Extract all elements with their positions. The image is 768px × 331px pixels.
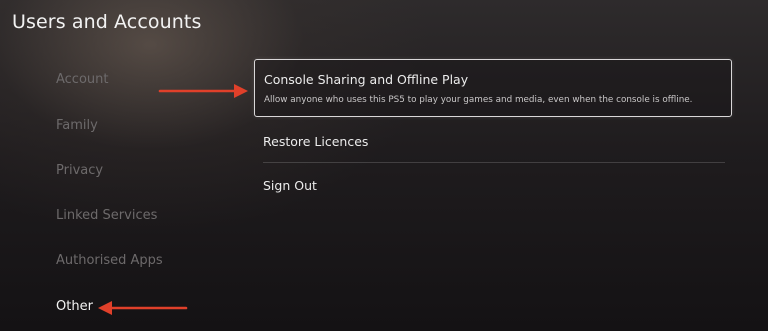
option-title: Console Sharing and Offline Play [264, 72, 469, 87]
sidebar-item-authorised-apps[interactable]: Authorised Apps [56, 253, 163, 268]
sidebar-nav: Account Family Privacy Linked Services A… [56, 0, 246, 331]
arrow-right-icon [158, 84, 248, 98]
sidebar-item-family[interactable]: Family [56, 118, 98, 133]
option-sign-out[interactable]: Sign Out [254, 169, 726, 205]
option-description: Allow anyone who uses this PS5 to play y… [264, 95, 693, 105]
divider [263, 162, 725, 163]
settings-screen: Users and Accounts Account Family Privac… [0, 0, 768, 331]
option-restore-licences[interactable]: Restore Licences [254, 125, 726, 161]
option-console-sharing[interactable]: Console Sharing and Offline Play Allow a… [254, 59, 732, 117]
sidebar-item-account[interactable]: Account [56, 72, 109, 87]
sidebar-item-other[interactable]: Other [56, 299, 93, 314]
sidebar-item-linked-services[interactable]: Linked Services [56, 208, 157, 223]
option-title: Sign Out [263, 178, 317, 193]
arrow-left-icon [98, 301, 188, 315]
option-title: Restore Licences [263, 134, 369, 149]
sidebar-item-privacy[interactable]: Privacy [56, 163, 103, 178]
